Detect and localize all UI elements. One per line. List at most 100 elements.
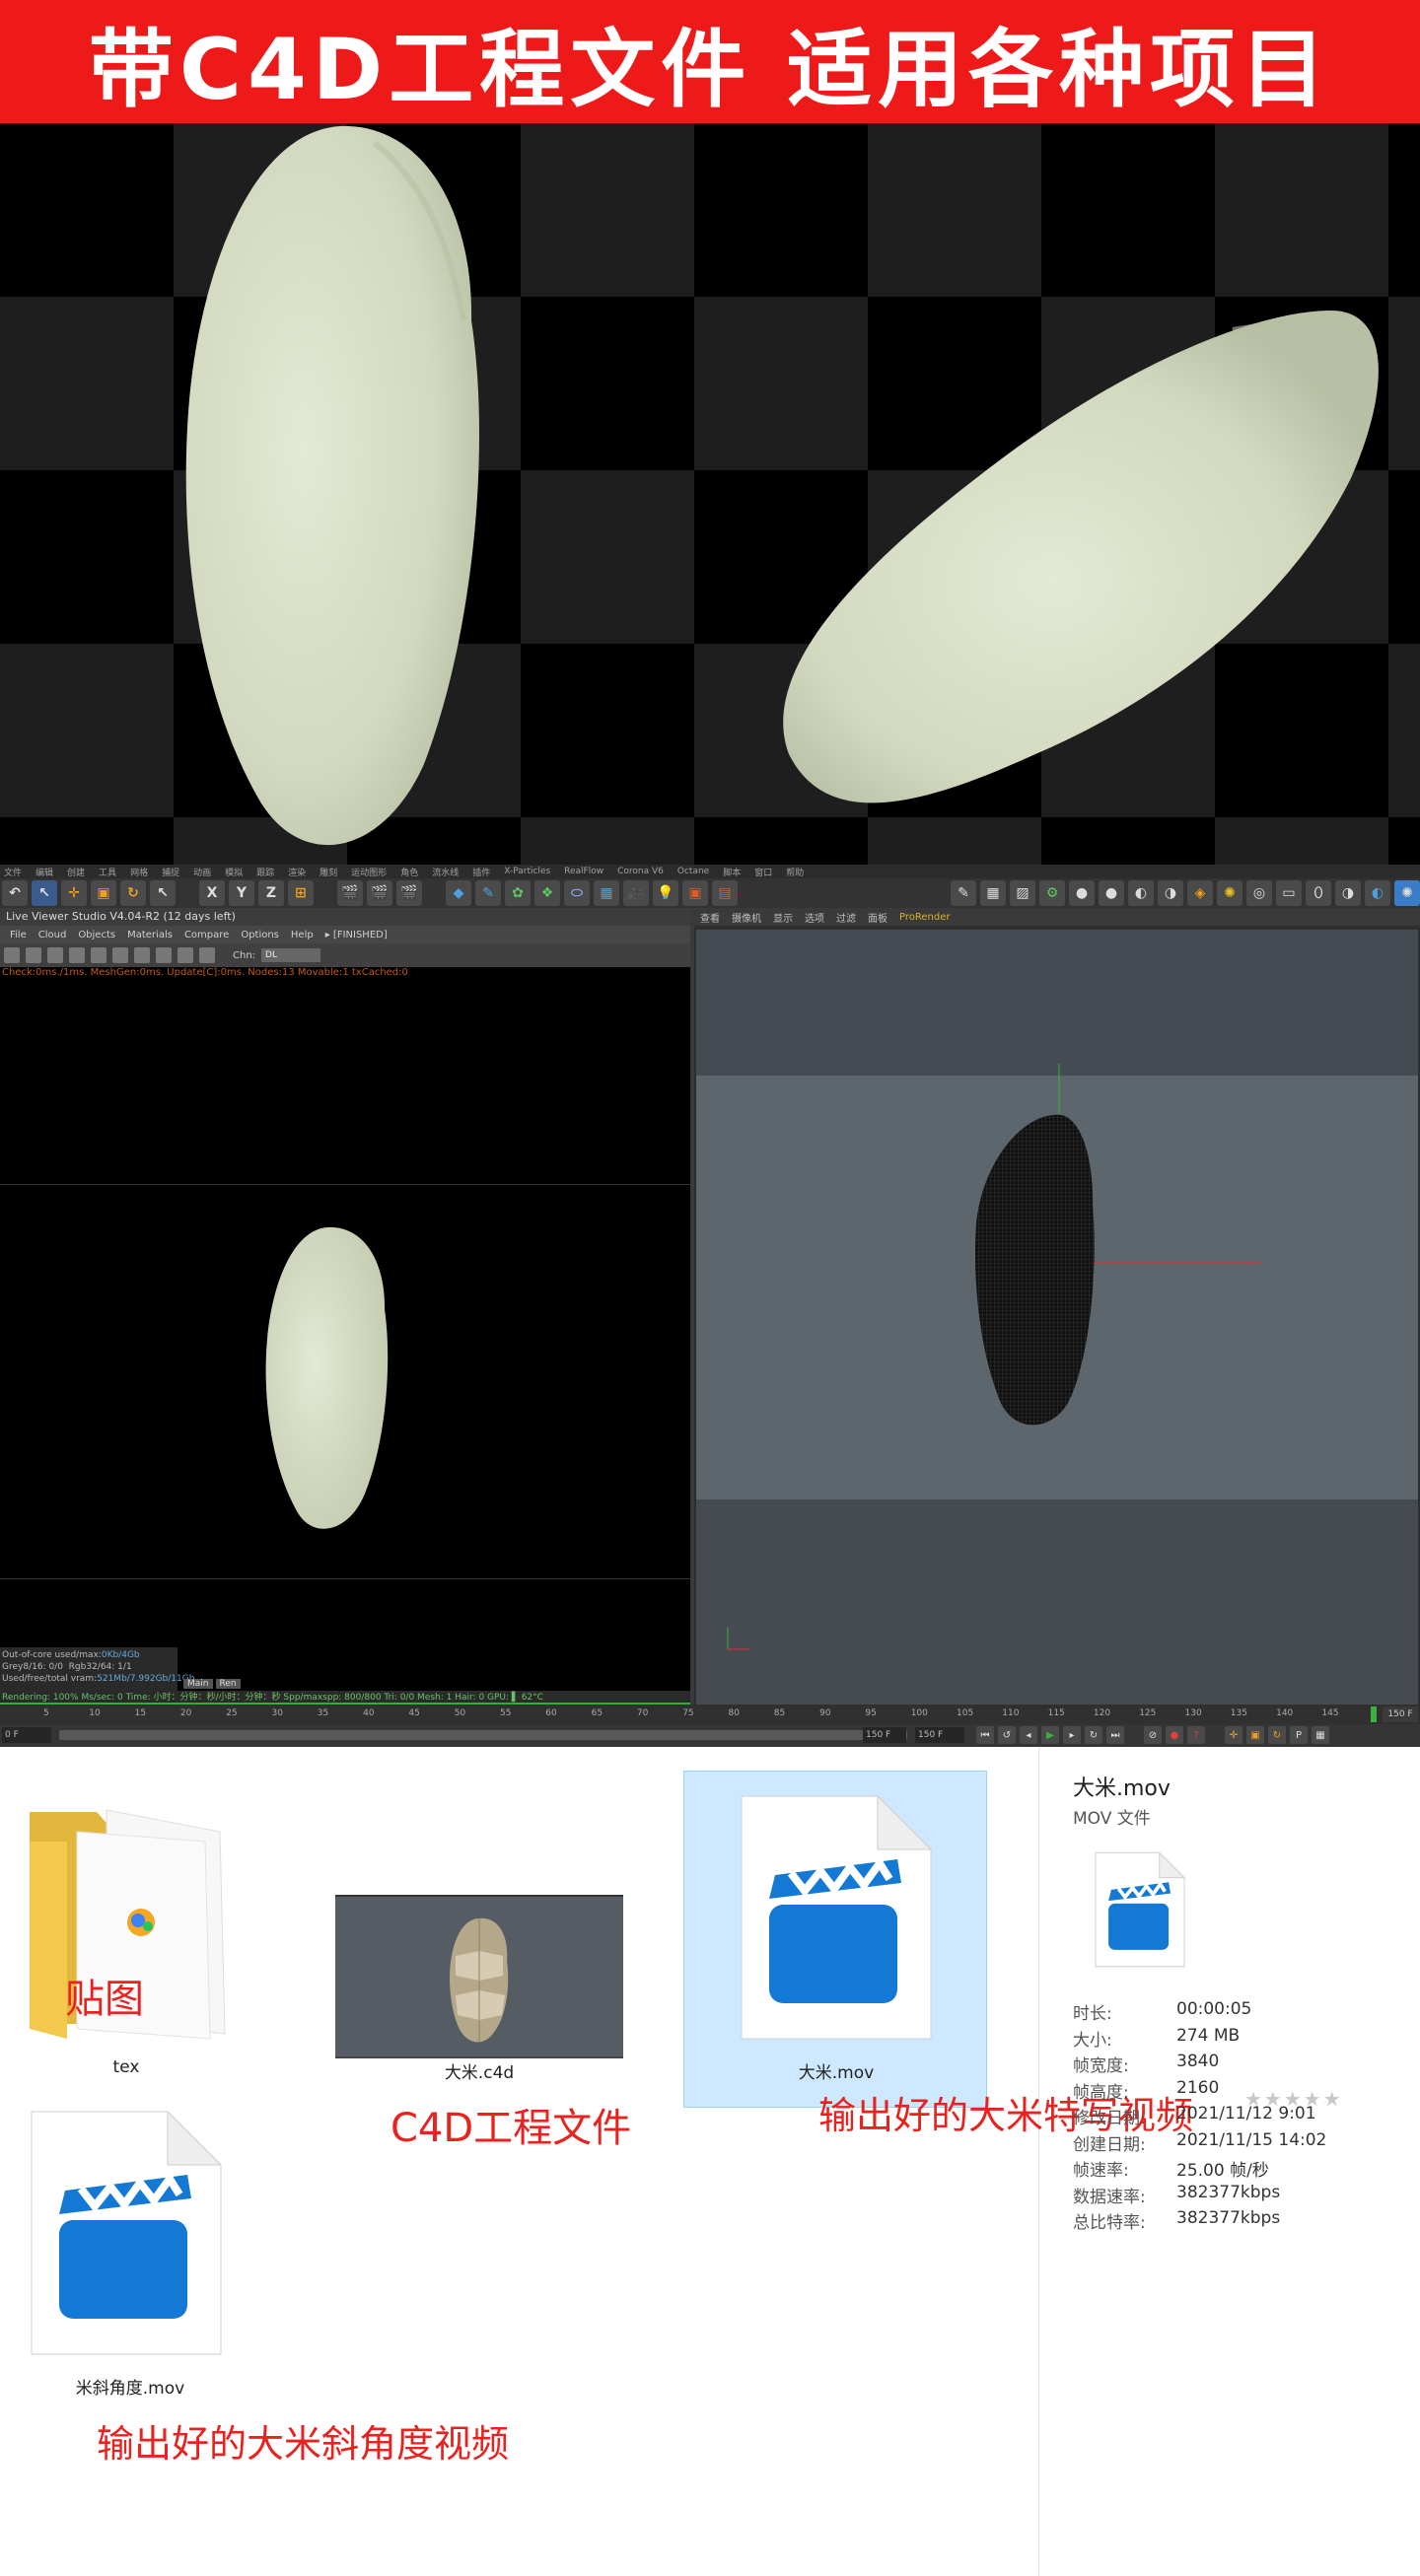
render-settings-icon[interactable]: 🎬	[396, 880, 422, 906]
live-viewer-menu-item[interactable]: Options	[241, 930, 279, 940]
shader-icon[interactable]: ◐	[1128, 880, 1154, 906]
c4d-menu-item[interactable]: Octane	[677, 867, 709, 876]
c4d-menu-item[interactable]: 脚本	[723, 866, 741, 878]
refresh-icon[interactable]	[26, 947, 41, 963]
move-key-icon[interactable]: ✛	[1225, 1726, 1242, 1744]
live-viewer-menu-item[interactable]: Compare	[184, 930, 229, 940]
lock-icon[interactable]	[4, 947, 20, 963]
prev-frame-icon[interactable]: ◂	[1020, 1726, 1037, 1744]
pause-icon[interactable]	[47, 947, 63, 963]
c4d-menu-item[interactable]: 雕刻	[320, 866, 337, 878]
video-file-icon-2[interactable]	[30, 2110, 223, 2356]
c4d-menu-item[interactable]: 插件	[472, 866, 490, 878]
pen-icon[interactable]: ✎	[475, 880, 501, 906]
c4d-menu-item[interactable]: 动画	[193, 866, 211, 878]
axis-y-button[interactable]: Y	[229, 880, 254, 906]
pick-icon[interactable]	[199, 947, 215, 963]
octane-settings-icon[interactable]: ⚙	[1039, 880, 1065, 906]
c4d-menu-item[interactable]: 编辑	[36, 866, 53, 878]
next-frame-icon[interactable]: ▸	[1063, 1726, 1081, 1744]
brush-icon[interactable]: ✎	[951, 880, 976, 906]
clay-icon[interactable]	[112, 947, 128, 963]
c4d-menu-item[interactable]: 捕捉	[162, 866, 179, 878]
region-icon[interactable]	[134, 947, 150, 963]
mov-filename[interactable]: 大米.mov	[779, 2058, 893, 2083]
render-picture-icon[interactable]: 🎬	[367, 880, 392, 906]
deformer-icon[interactable]: ❖	[534, 880, 560, 906]
material-icon[interactable]: ▤	[712, 880, 738, 906]
live-viewer-menu-item[interactable]: Cloud	[38, 930, 67, 940]
c4d-menu-item[interactable]: 窗口	[754, 866, 772, 878]
cube-icon[interactable]: ◆	[446, 880, 471, 906]
range-end-field[interactable]: 150 F	[863, 1727, 906, 1743]
focus-icon[interactable]	[156, 947, 172, 963]
angle-mov-filename[interactable]: 米斜角度.mov	[69, 2374, 191, 2399]
c4d-menu-item[interactable]: RealFlow	[564, 867, 604, 876]
move-icon[interactable]: ✛	[61, 880, 87, 906]
scale-icon[interactable]: ▣	[91, 880, 116, 906]
range-slider[interactable]	[59, 1730, 907, 1740]
play-icon[interactable]: ▶	[1041, 1726, 1059, 1744]
sphere-icon[interactable]: ●	[1069, 880, 1095, 906]
pin-icon[interactable]	[178, 947, 193, 963]
c4d-menu-item[interactable]: 模拟	[225, 866, 243, 878]
target-icon[interactable]: ◎	[1246, 880, 1272, 906]
c4d-menu-item[interactable]: 文件	[4, 866, 22, 878]
c4d-menu-item[interactable]: 网格	[130, 866, 148, 878]
live-viewer-menu-item[interactable]: Objects	[78, 930, 115, 940]
goto-end-icon[interactable]: ⏭	[1106, 1726, 1124, 1744]
half-sphere-icon[interactable]: ◑	[1335, 880, 1361, 906]
c4d-thumbnail[interactable]	[335, 1895, 623, 2058]
record-icon[interactable]: ●	[1166, 1726, 1183, 1744]
plane-icon[interactable]: ▭	[1276, 880, 1302, 906]
tag-icon[interactable]: ◈	[1187, 880, 1213, 906]
axis-z-button[interactable]: Z	[258, 880, 284, 906]
param-key-icon[interactable]: P	[1290, 1726, 1308, 1744]
sky-icon[interactable]: ◑	[1158, 880, 1183, 906]
live-viewer-menu-item[interactable]: ▸ [FINISHED]	[325, 930, 388, 940]
live-viewer-menu-item[interactable]: Materials	[127, 930, 173, 940]
grid-icon[interactable]: ▨	[1010, 880, 1035, 906]
c4d-menu-item[interactable]: X-Particles	[504, 867, 550, 876]
video-file-icon[interactable]	[740, 1794, 933, 2041]
stats-tab-ren[interactable]: Ren	[215, 1679, 241, 1689]
coordinate-icon[interactable]: ⊞	[288, 880, 314, 906]
toggle-icon[interactable]: ◐	[1365, 880, 1390, 906]
generator-icon[interactable]: ✿	[505, 880, 531, 906]
select-icon[interactable]: ↖	[32, 880, 57, 906]
rotate-icon[interactable]: ↻	[120, 880, 146, 906]
live-viewer-menu-item[interactable]: Help	[291, 930, 314, 940]
light-icon[interactable]: 💡	[653, 880, 678, 906]
timeline[interactable]: 5 10 15 20 25 30 35 40 45 50 55 60 65 70 75 80 85 90 95 100…	[0, 1705, 1420, 1724]
c4d-menu-item[interactable]: 渲染	[288, 866, 306, 878]
undo-icon[interactable]: ↶	[2, 880, 28, 906]
c4d-menu-item[interactable]: 跟踪	[256, 866, 274, 878]
stats-tab-main[interactable]: Main	[183, 1679, 213, 1689]
next-key-icon[interactable]: ↻	[1085, 1726, 1102, 1744]
rating-stars[interactable]: ★★★★★	[1244, 2087, 1343, 2111]
goto-start-icon[interactable]: ⏮	[976, 1726, 994, 1744]
tex-filename[interactable]: tex	[106, 2057, 146, 2077]
grid-key-icon[interactable]: ▦	[1312, 1726, 1329, 1744]
c4d-menu-item[interactable]: 创建	[67, 866, 85, 878]
c4d-menu-item[interactable]: 工具	[99, 866, 116, 878]
sun-icon[interactable]: ✺	[1217, 880, 1242, 906]
live-viewer-menu-item[interactable]: File	[10, 930, 27, 940]
field-icon[interactable]: ⬭	[564, 880, 590, 906]
cursor-icon[interactable]: ↖	[150, 880, 176, 906]
axis-x-button[interactable]: X	[199, 880, 225, 906]
rotate-key-icon[interactable]: ↻	[1268, 1726, 1286, 1744]
autokey-icon[interactable]: ?	[1187, 1726, 1205, 1744]
prev-key-icon[interactable]: ↺	[998, 1726, 1016, 1744]
environment-icon[interactable]: ✺	[1394, 880, 1420, 906]
camera-icon[interactable]: 🎥	[623, 880, 649, 906]
c4d-menu-item[interactable]: Corona V6	[617, 867, 664, 876]
octane-icon[interactable]: ▣	[682, 880, 708, 906]
end-frame-field[interactable]: 150 F	[915, 1727, 964, 1743]
channel-select[interactable]: DL	[261, 948, 321, 962]
start-frame-field[interactable]: 0 F	[2, 1727, 51, 1743]
c4d-menu-item[interactable]: 流水线	[432, 866, 459, 878]
reset-icon[interactable]	[69, 947, 85, 963]
scene-icon[interactable]: ▦	[594, 880, 619, 906]
render-view-icon[interactable]: 🎬	[337, 880, 363, 906]
